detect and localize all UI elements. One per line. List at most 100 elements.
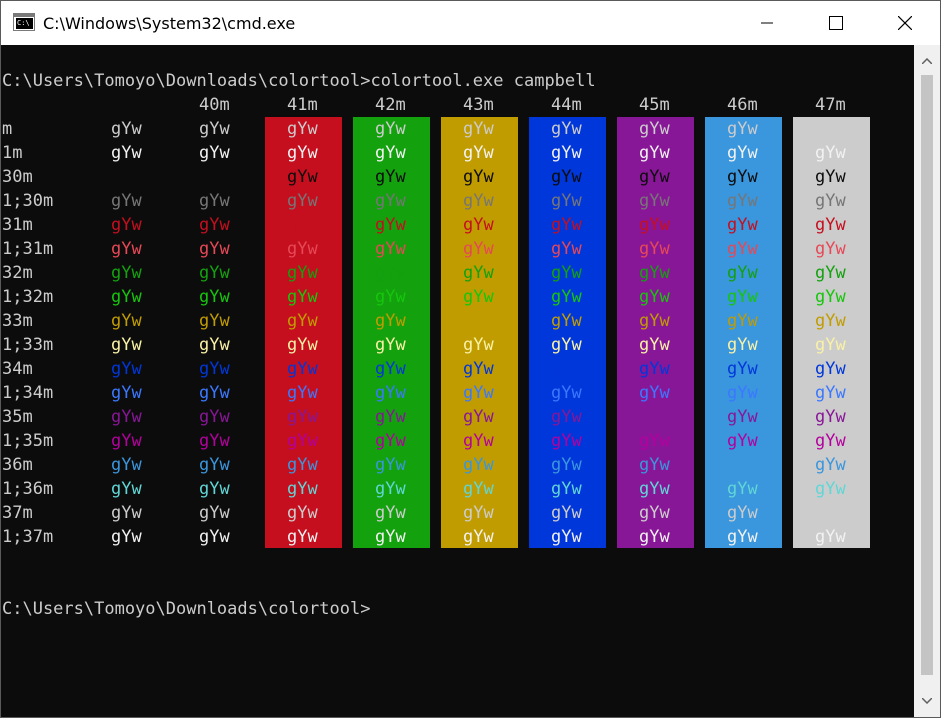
scroll-down-button[interactable] (914, 691, 940, 711)
sample-cell: gYw (375, 311, 406, 331)
sample-cell: gYw (287, 119, 318, 139)
prompt-line: C:\Users\Tomoyo\Downloads\colortool> (2, 599, 371, 619)
close-button[interactable] (882, 1, 928, 45)
column-header: 42m (375, 95, 406, 115)
sample-cell: gYw (727, 119, 758, 139)
sample-cell: gYw (287, 263, 318, 283)
sample-cell: gYw (727, 311, 758, 331)
sample-cell: gYw (111, 503, 142, 523)
column-header: 44m (551, 95, 582, 115)
minimize-button[interactable] (744, 1, 790, 45)
sample-cell: gYw (815, 527, 846, 547)
sample-cell: gYw (375, 503, 406, 523)
sample-cell: gYw (463, 455, 494, 475)
sample-cell: gYw (287, 431, 318, 451)
row-label: m (2, 119, 13, 139)
row-label: 33m (2, 311, 33, 331)
sample-cell: gYw (199, 431, 230, 451)
sample-cell: gYw (287, 191, 318, 211)
sample-cell: gYw (111, 191, 142, 211)
sample-cell: gYw (815, 455, 846, 475)
column-header: 46m (727, 95, 758, 115)
sample-cell: gYw (815, 119, 846, 139)
sample-cell: gYw (463, 479, 494, 499)
sample-cell: gYw (287, 167, 318, 187)
sample-cell: gYw (463, 143, 494, 163)
sample-cell: gYw (111, 407, 142, 427)
sample-cell: gYw (639, 359, 670, 379)
sample-cell: gYw (287, 143, 318, 163)
sample-cell: gYw (199, 143, 230, 163)
sample-cell: gYw (639, 239, 670, 259)
row-label: 1m (2, 143, 23, 163)
sample-cell: gYw (551, 287, 582, 307)
scroll-thumb[interactable] (921, 75, 933, 675)
sample-cell: gYw (287, 287, 318, 307)
row-label: 31m (2, 215, 33, 235)
row-label: 1;33m (2, 335, 54, 355)
column-header: 47m (815, 95, 846, 115)
sample-cell: gYw (639, 335, 670, 355)
scroll-up-button[interactable] (914, 51, 940, 71)
sample-cell: gYw (111, 239, 142, 259)
row-label: 35m (2, 407, 33, 427)
sample-cell: gYw (551, 455, 582, 475)
sample-cell: gYw (375, 119, 406, 139)
row-label: 1;32m (2, 287, 54, 307)
sample-cell: gYw (375, 335, 406, 355)
sample-cell: gYw (551, 503, 582, 523)
sample-cell: gYw (815, 335, 846, 355)
vertical-scrollbar[interactable] (914, 45, 940, 717)
sample-cell: gYw (815, 167, 846, 187)
sample-cell: gYw (815, 479, 846, 499)
sample-cell: gYw (287, 335, 318, 355)
sample-cell: gYw (639, 383, 670, 403)
sample-cell: gYw (551, 215, 582, 235)
sample-cell: gYw (639, 311, 670, 331)
cmd-app-icon[interactable]: C:\ (13, 13, 35, 31)
sample-cell: gYw (727, 143, 758, 163)
sample-cell: gYw (199, 311, 230, 331)
sample-cell: gYw (199, 455, 230, 475)
sample-cell: gYw (727, 527, 758, 547)
sample-cell: gYw (463, 383, 494, 403)
sample-cell: gYw (727, 407, 758, 427)
sample-cell: gYw (639, 407, 670, 427)
sample-cell: gYw (463, 359, 494, 379)
sample-cell: gYw (199, 215, 230, 235)
sample-cell: gYw (463, 215, 494, 235)
sample-cell: gYw (111, 311, 142, 331)
sample-cell: gYw (639, 527, 670, 547)
sample-cell: gYw (551, 527, 582, 547)
sample-cell: gYw (199, 359, 230, 379)
row-label: 1;37m (2, 527, 54, 547)
sample-cell: gYw (199, 335, 230, 355)
maximize-icon (829, 16, 843, 30)
sample-cell: gYw (551, 311, 582, 331)
sample-cell: gYw (639, 191, 670, 211)
sample-cell: gYw (551, 119, 582, 139)
sample-cell: gYw (111, 143, 142, 163)
sample-cell: gYw (815, 263, 846, 283)
row-label: 1;34m (2, 383, 54, 403)
maximize-button[interactable] (813, 1, 859, 45)
sample-cell: gYw (375, 263, 406, 283)
sample-cell: gYw (463, 167, 494, 187)
sample-cell: gYw (727, 287, 758, 307)
sample-cell: gYw (463, 263, 494, 283)
sample-cell: gYw (111, 527, 142, 547)
sample-cell: gYw (111, 287, 142, 307)
sample-cell: gYw (111, 335, 142, 355)
sample-cell: gYw (727, 479, 758, 499)
row-label: 1;31m (2, 239, 54, 259)
sample-cell: gYw (111, 479, 142, 499)
sample-cell: gYw (815, 191, 846, 211)
sample-cell: gYw (375, 239, 406, 259)
sample-cell: gYw (375, 407, 406, 427)
title-bar[interactable]: C:\ C:\Windows\System32\cmd.exe (1, 1, 940, 45)
sample-cell: gYw (551, 239, 582, 259)
sample-cell: gYw (727, 239, 758, 259)
sample-cell: gYw (551, 191, 582, 211)
sample-cell: gYw (463, 527, 494, 547)
sample-cell: gYw (727, 359, 758, 379)
